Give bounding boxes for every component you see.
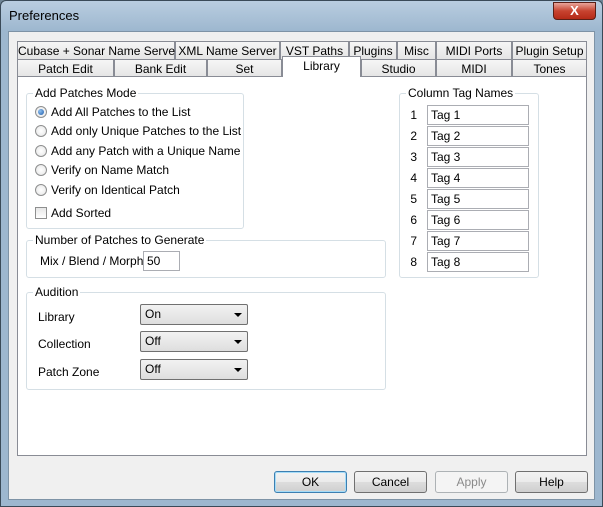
radio-add-unique-patches[interactable]: Add only Unique Patches to the List <box>35 124 241 138</box>
tag-2-input[interactable]: Tag 2 <box>427 126 529 146</box>
tag-1-input[interactable]: Tag 1 <box>427 105 529 125</box>
patch-zone-label: Patch Zone <box>38 365 100 379</box>
column-tag-names-group: Column Tag Names 1 Tag 1 2 Tag 2 3 Tag 3… <box>399 86 539 278</box>
column-tag-names-title: Column Tag Names <box>406 86 516 100</box>
radio-icon <box>35 145 47 157</box>
close-button[interactable]: X <box>553 2 596 20</box>
tab-xml-name-server[interactable]: XML Name Server <box>175 41 280 60</box>
radio-add-unique-name[interactable]: Add any Patch with a Unique Name <box>35 144 240 158</box>
cancel-button[interactable]: Cancel <box>354 471 427 493</box>
audition-title: Audition <box>33 285 81 299</box>
tag-8-input[interactable]: Tag 8 <box>427 252 529 272</box>
tag-number: 7 <box>410 234 417 248</box>
tab-midi-ports[interactable]: MIDI Ports <box>436 41 512 60</box>
tag-number: 3 <box>410 150 417 164</box>
add-patches-mode-group: Add Patches Mode Add All Patches to the … <box>26 86 244 229</box>
tag-number: 1 <box>410 108 417 122</box>
radio-verify-name-match[interactable]: Verify on Name Match <box>35 163 169 177</box>
radio-icon <box>35 184 47 196</box>
tab-cubase-sonar-name-server[interactable]: Cubase + Sonar Name Server <box>17 41 179 60</box>
checkbox-icon <box>35 207 47 219</box>
mix-blend-morph-input[interactable]: 50 <box>143 251 180 271</box>
radio-icon <box>35 125 47 137</box>
library-dropdown[interactable]: On <box>140 304 248 325</box>
tag-number: 8 <box>410 255 417 269</box>
tab-library[interactable]: Library <box>282 56 361 77</box>
add-sorted-checkbox[interactable]: Add Sorted <box>35 206 111 220</box>
dialog-client-area: Cubase + Sonar Name Server XML Name Serv… <box>8 31 595 500</box>
preferences-window: Preferences X Cubase + Sonar Name Server… <box>0 0 603 507</box>
collection-dropdown[interactable]: Off <box>140 331 248 352</box>
tag-5-input[interactable]: Tag 5 <box>427 189 529 209</box>
library-label: Library <box>38 310 75 324</box>
mix-blend-morph-label: Mix / Blend / Morph <box>40 254 144 268</box>
ok-button[interactable]: OK <box>274 471 347 493</box>
window-title: Preferences <box>9 8 80 23</box>
tag-6-input[interactable]: Tag 6 <box>427 210 529 230</box>
generate-title: Number of Patches to Generate <box>33 233 207 247</box>
chevron-down-icon <box>234 368 242 372</box>
tag-number: 2 <box>410 129 417 143</box>
apply-button[interactable]: Apply <box>435 471 508 493</box>
title-bar[interactable]: Preferences X <box>1 1 602 31</box>
tag-number: 5 <box>410 192 417 206</box>
collection-label: Collection <box>38 337 91 351</box>
tab-plugin-setup[interactable]: Plugin Setup <box>512 41 587 60</box>
chevron-down-icon <box>234 313 242 317</box>
audition-group: Audition Library On Collection Off Patch… <box>26 285 386 390</box>
tag-number: 6 <box>410 213 417 227</box>
close-icon: X <box>570 3 579 18</box>
patch-zone-dropdown[interactable]: Off <box>140 359 248 380</box>
radio-selected-icon <box>35 106 47 118</box>
tag-7-input[interactable]: Tag 7 <box>427 231 529 251</box>
library-tab-panel: Add Patches Mode Add All Patches to the … <box>17 76 587 456</box>
tag-4-input[interactable]: Tag 4 <box>427 168 529 188</box>
radio-verify-identical-patch[interactable]: Verify on Identical Patch <box>35 183 180 197</box>
tag-3-input[interactable]: Tag 3 <box>427 147 529 167</box>
radio-add-all-patches[interactable]: Add All Patches to the List <box>35 105 190 119</box>
tag-number: 4 <box>410 171 417 185</box>
radio-icon <box>35 164 47 176</box>
tab-misc[interactable]: Misc <box>397 41 436 60</box>
help-button[interactable]: Help <box>515 471 588 493</box>
add-patches-mode-title: Add Patches Mode <box>33 86 139 100</box>
chevron-down-icon <box>234 340 242 344</box>
generate-group: Number of Patches to Generate Mix / Blen… <box>26 233 386 278</box>
